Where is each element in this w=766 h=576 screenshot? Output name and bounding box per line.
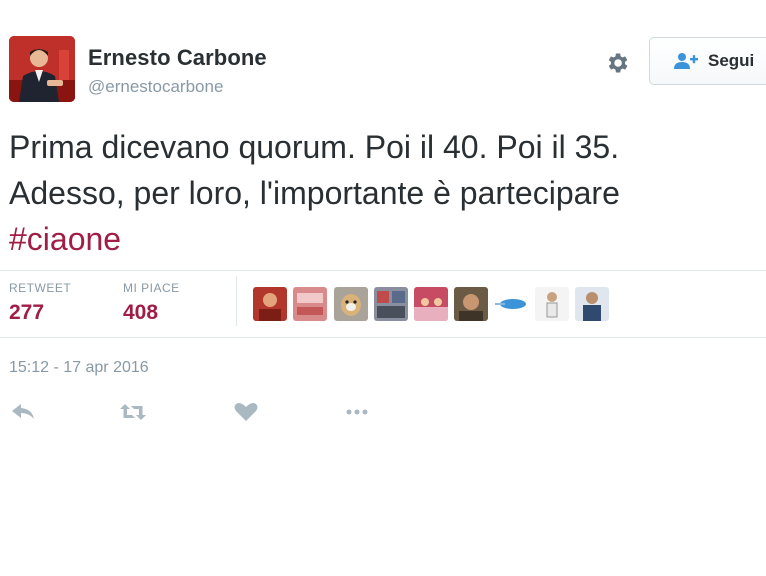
follow-label: Segui xyxy=(708,51,755,70)
liker-avatar[interactable] xyxy=(535,287,569,321)
likes-stat-label: MI PIACE xyxy=(123,281,180,295)
heart-icon[interactable] xyxy=(231,398,261,426)
follow-button[interactable]: Segui xyxy=(649,37,766,85)
gear-icon[interactable] xyxy=(604,50,630,76)
author-display-name[interactable]: Ernesto Carbone xyxy=(88,45,267,71)
retweet-count: 277 xyxy=(9,301,45,324)
tweet-text-line: Prima dicevano quorum. Poi il 40. Poi il… xyxy=(9,129,620,165)
liker-avatar[interactable] xyxy=(494,287,528,321)
more-icon[interactable] xyxy=(343,398,373,426)
hashtag-link[interactable]: #ciaone xyxy=(9,216,749,262)
retweet-icon[interactable] xyxy=(118,398,148,426)
liker-avatar[interactable] xyxy=(293,287,327,321)
retweet-stat-label: RETWEET xyxy=(9,281,72,295)
liker-avatar[interactable] xyxy=(454,287,488,321)
liker-avatar[interactable] xyxy=(575,287,609,321)
retweet-stat[interactable]: RETWEET 277 xyxy=(9,281,71,325)
liker-avatar[interactable] xyxy=(253,287,287,321)
reply-icon[interactable] xyxy=(8,398,38,426)
tweet-timestamp[interactable]: 15:12 - 17 apr 2016 xyxy=(9,359,149,377)
add-user-icon xyxy=(674,52,698,70)
tweet-text-line: Adesso, per loro, l'importante è parteci… xyxy=(9,175,620,211)
likes-stat[interactable]: MI PIACE 408 xyxy=(123,281,180,325)
divider xyxy=(0,337,766,338)
likes-count: 408 xyxy=(123,301,159,324)
divider xyxy=(236,276,237,326)
tweet-page: Ernesto Carbone @ernestocarbone Segui Pr… xyxy=(0,0,766,576)
liker-avatar[interactable] xyxy=(334,287,368,321)
author-avatar[interactable] xyxy=(9,36,75,102)
author-screen-name[interactable]: @ernestocarbone xyxy=(88,77,223,97)
liker-avatar[interactable] xyxy=(374,287,408,321)
tweet-text: Prima dicevano quorum. Poi il 40. Poi il… xyxy=(9,124,749,262)
liker-avatar[interactable] xyxy=(414,287,448,321)
divider xyxy=(0,270,766,271)
